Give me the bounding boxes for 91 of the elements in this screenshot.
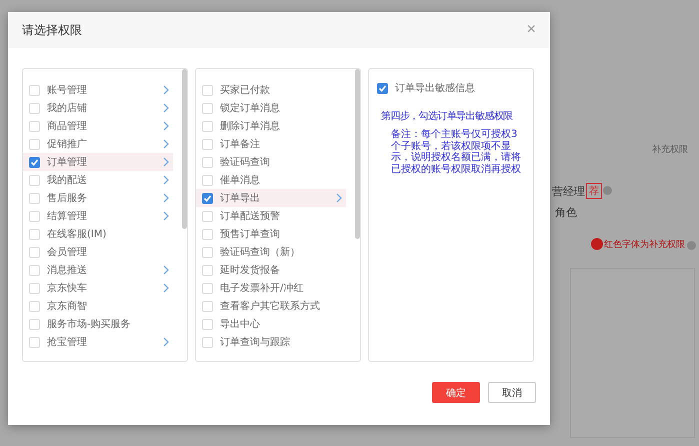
permission-label: 抢宝管理 bbox=[47, 336, 88, 349]
permission-label: 在线客服(IM) bbox=[47, 228, 108, 241]
permission-item[interactable]: 锁定订单消息 bbox=[196, 99, 346, 117]
chevron-icon[interactable] bbox=[163, 139, 169, 149]
chevron-icon[interactable] bbox=[163, 121, 169, 131]
permission-label: 会员管理 bbox=[47, 246, 88, 259]
scrollbar[interactable] bbox=[182, 69, 187, 229]
permission-item[interactable]: 验证码查询（新） bbox=[196, 243, 346, 261]
confirm-button[interactable]: 确定 bbox=[432, 382, 480, 403]
dialog-title: 请选择权限 bbox=[22, 22, 82, 38]
chevron-icon[interactable] bbox=[163, 265, 169, 275]
permission-label: 订单备注 bbox=[220, 138, 261, 151]
permission-item[interactable]: 商品管理 bbox=[23, 117, 173, 135]
permission-label: 服务市场-购买服务 bbox=[47, 318, 132, 331]
permission-item[interactable]: 订单导出 bbox=[196, 189, 346, 207]
warning-icon bbox=[591, 238, 603, 250]
role-name: 角色 bbox=[555, 205, 577, 220]
checkbox[interactable] bbox=[29, 156, 40, 168]
checkbox[interactable] bbox=[377, 82, 388, 94]
recommend-badge: 荐 bbox=[586, 183, 602, 199]
permission-item[interactable]: 删除订单消息 bbox=[196, 117, 346, 135]
permission-item[interactable]: 会员管理 bbox=[23, 243, 173, 261]
help-icon[interactable] bbox=[603, 186, 612, 195]
permission-item[interactable]: 服务市场-购买服务 bbox=[23, 315, 173, 333]
permission-item[interactable]: 我的配送 bbox=[23, 171, 173, 189]
permission-label: 催单消息 bbox=[220, 174, 261, 187]
permission-item[interactable]: 我的店铺 bbox=[23, 99, 173, 117]
chevron-icon[interactable] bbox=[163, 157, 169, 167]
permission-item[interactable]: 订单备注 bbox=[196, 135, 346, 153]
permission-item[interactable]: 催单消息 bbox=[196, 171, 346, 189]
permission-label: 订单查询与跟踪 bbox=[220, 336, 291, 349]
permission-label: 京东商智 bbox=[47, 300, 88, 313]
chevron-icon[interactable] bbox=[163, 85, 169, 95]
permission-item[interactable]: 账号管理 bbox=[23, 81, 173, 99]
chevron-icon[interactable] bbox=[163, 193, 169, 203]
permission-item[interactable]: 预售订单查询 bbox=[196, 225, 346, 243]
supplement-link[interactable]: 补充权限 bbox=[652, 143, 688, 156]
permission-label: 订单配送预警 bbox=[220, 210, 281, 223]
permission-label: 订单导出 bbox=[220, 192, 261, 205]
permission-item[interactable]: 导出中心 bbox=[196, 315, 346, 333]
permission-label: 延时发货报备 bbox=[220, 264, 281, 277]
permission-item[interactable]: 订单查询与跟踪 bbox=[196, 333, 346, 351]
note-text: 备注：每个主账号仅可授权3个子账号，若该权限项不显示，说明授权名额已满，请将已授权的账号权限取消再授权 bbox=[391, 129, 522, 175]
chevron-icon[interactable] bbox=[336, 193, 342, 203]
chevron-icon[interactable] bbox=[163, 211, 169, 221]
permission-item[interactable]: 消息推送 bbox=[23, 261, 173, 279]
permission-label: 电子发票补开/冲红 bbox=[220, 282, 304, 295]
permission-item[interactable]: 订单配送预警 bbox=[196, 207, 346, 225]
permission-label: 导出中心 bbox=[220, 318, 261, 331]
permission-label: 预售订单查询 bbox=[220, 228, 281, 241]
permission-item[interactable]: 京东商智 bbox=[23, 297, 173, 315]
permission-label: 订单导出敏感信息 bbox=[395, 82, 476, 95]
permission-label: 查看客户其它联系方式 bbox=[220, 300, 321, 313]
permission-item[interactable]: 促销推广 bbox=[23, 135, 173, 153]
permission-item[interactable]: 结算管理 bbox=[23, 207, 173, 225]
permission-label: 账号管理 bbox=[47, 84, 88, 97]
permission-label: 我的配送 bbox=[47, 174, 88, 187]
chevron-icon[interactable] bbox=[163, 283, 169, 293]
permission-item[interactable]: 在线客服(IM) bbox=[23, 225, 173, 243]
scrollbar[interactable] bbox=[355, 69, 360, 239]
permission-label: 消息推送 bbox=[47, 264, 88, 277]
permission-label: 买家已付款 bbox=[220, 84, 271, 97]
permission-item[interactable]: 售后服务 bbox=[23, 189, 173, 207]
permission-label: 售后服务 bbox=[47, 192, 88, 205]
permission-label: 商品管理 bbox=[47, 120, 88, 133]
permission-item[interactable]: 电子发票补开/冲红 bbox=[196, 279, 346, 297]
permission-label: 京东快车 bbox=[47, 282, 88, 295]
legend-text: 红色字体为补充权限 bbox=[604, 238, 685, 251]
permission-label: 结算管理 bbox=[47, 210, 88, 223]
permission-item[interactable]: 验证码查询 bbox=[196, 153, 346, 171]
chevron-icon[interactable] bbox=[163, 175, 169, 185]
permission-label: 我的店铺 bbox=[47, 102, 88, 115]
cancel-button[interactable]: 取消 bbox=[488, 382, 536, 403]
permission-label: 验证码查询（新） bbox=[220, 246, 301, 259]
permission-label: 订单管理 bbox=[47, 156, 88, 169]
checkbox[interactable] bbox=[202, 192, 213, 204]
help-icon[interactable] bbox=[687, 241, 696, 250]
permission-label: 验证码查询 bbox=[220, 156, 271, 169]
permission-item[interactable]: 抢宝管理 bbox=[23, 333, 173, 351]
permission-label: 锁定订单消息 bbox=[220, 102, 281, 115]
chevron-icon[interactable] bbox=[163, 337, 169, 347]
permission-label: 促销推广 bbox=[47, 138, 88, 151]
permission-item[interactable]: 延时发货报备 bbox=[196, 261, 346, 279]
permission-label: 删除订单消息 bbox=[220, 120, 281, 133]
chevron-icon[interactable] bbox=[163, 103, 169, 113]
permission-item[interactable]: 查看客户其它联系方式 bbox=[196, 297, 346, 315]
permission-item[interactable]: 订单管理 bbox=[23, 153, 173, 171]
permission-item[interactable]: 京东快车 bbox=[23, 279, 173, 297]
permission-item[interactable]: 买家已付款 bbox=[196, 81, 346, 99]
step-text: 第四步，勾选订单导出敏感权限 bbox=[381, 110, 513, 123]
role-name: 营经理 bbox=[552, 184, 585, 199]
